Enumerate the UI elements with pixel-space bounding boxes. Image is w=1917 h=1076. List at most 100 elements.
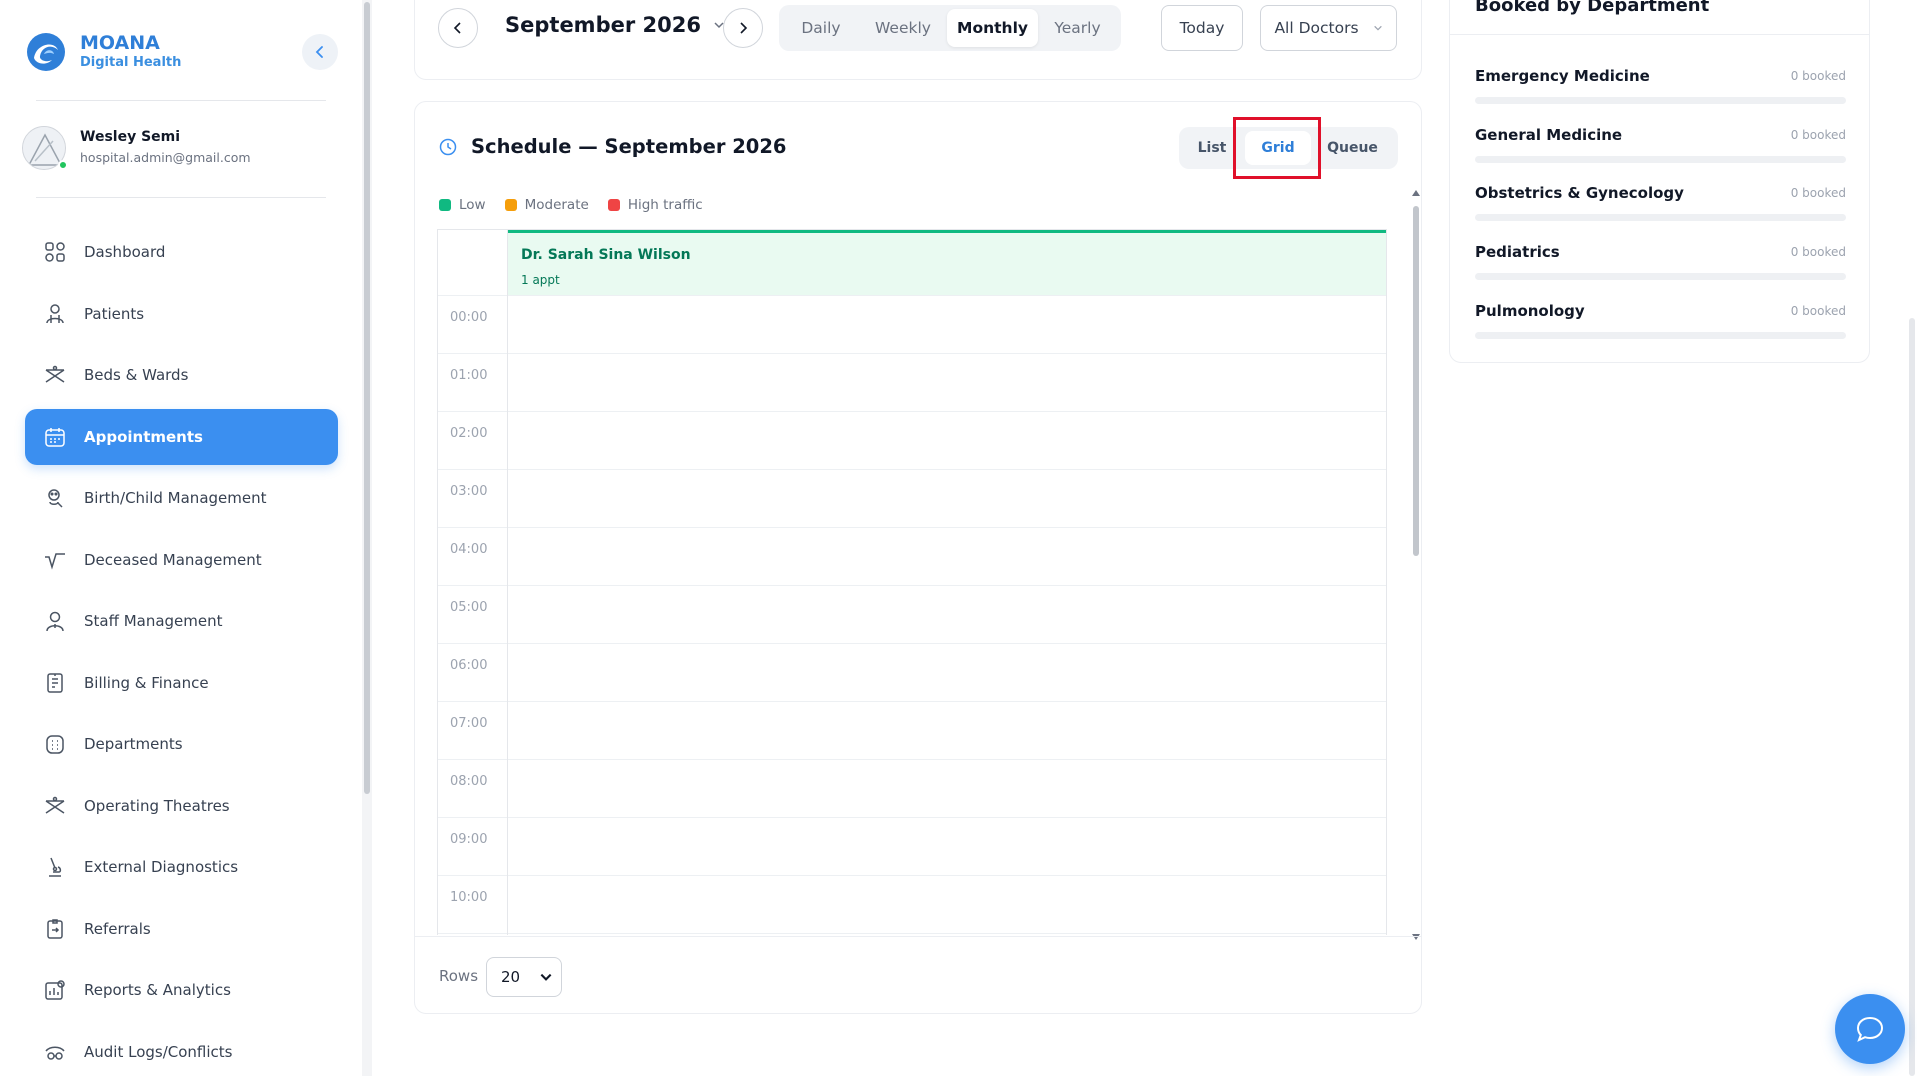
department-count: 0 booked bbox=[1790, 304, 1846, 318]
time-row[interactable]: 06:00 bbox=[438, 644, 1386, 702]
user-name: Wesley Semi bbox=[80, 129, 181, 145]
sidebar-item-billing[interactable]: Billing & Finance bbox=[25, 655, 338, 711]
department-count: 0 booked bbox=[1790, 186, 1846, 200]
sidebar-item-label: Deceased Management bbox=[84, 550, 262, 569]
sidebar-item-appointments[interactable]: Appointments bbox=[25, 408, 338, 465]
brand-subtitle: Digital Health bbox=[80, 55, 182, 70]
period-weekly[interactable]: Weekly bbox=[859, 9, 947, 47]
doctor-filter-select[interactable]: All Doctors bbox=[1260, 5, 1397, 51]
time-column bbox=[438, 230, 508, 935]
month-title: September 2026 bbox=[505, 13, 701, 37]
time-row[interactable]: 01:00 bbox=[438, 354, 1386, 412]
time-row[interactable]: 04:00 bbox=[438, 528, 1386, 586]
sidebar-item-external-diagnostics[interactable]: External Diagnostics bbox=[25, 839, 338, 895]
time-row[interactable]: 05:00 bbox=[438, 586, 1386, 644]
user-email: hospital.admin@gmail.com bbox=[80, 150, 251, 165]
sidebar-scrollbar[interactable] bbox=[362, 0, 372, 1076]
view-queue[interactable]: Queue bbox=[1311, 131, 1394, 165]
today-button[interactable]: Today bbox=[1161, 5, 1243, 51]
month-picker[interactable]: September 2026 bbox=[505, 13, 725, 37]
report-icon bbox=[44, 979, 66, 1001]
department-item: Pediatrics 0 booked bbox=[1475, 243, 1846, 280]
department-progress bbox=[1475, 214, 1846, 221]
sidebar-item-label: Reports & Analytics bbox=[84, 981, 231, 999]
time-row[interactable]: 00:00 bbox=[438, 296, 1386, 354]
grid-icon bbox=[44, 241, 66, 263]
department-count: 0 booked bbox=[1790, 69, 1846, 83]
legend-high-traffic: High traffic bbox=[607, 197, 703, 213]
sidebar-item-audit-logs[interactable]: Audit Logs/Conflicts bbox=[25, 1024, 338, 1076]
sidebar-item-deceased[interactable]: Deceased Management bbox=[25, 532, 338, 588]
legend-low: Low bbox=[439, 197, 486, 213]
online-status-dot bbox=[58, 160, 68, 170]
brand-name: MOANA bbox=[80, 32, 160, 54]
scroll-up-icon[interactable] bbox=[1412, 190, 1420, 196]
sidebar-item-label: External Diagnostics bbox=[84, 858, 239, 876]
chevron-left-icon bbox=[453, 22, 461, 34]
department-item: Emergency Medicine 0 booked bbox=[1475, 67, 1846, 104]
sidebar-item-beds-wards[interactable]: Beds & Wards bbox=[25, 347, 338, 403]
page-scrollbar[interactable] bbox=[1907, 0, 1917, 1076]
sidebar-item-label: Audit Logs/Conflicts bbox=[84, 1042, 233, 1061]
period-yearly[interactable]: Yearly bbox=[1038, 9, 1117, 47]
sidebar-item-operating-theatres[interactable]: Operating Theatres bbox=[25, 778, 338, 834]
user-profile[interactable]: Wesley Semi hospital.admin@gmail.com bbox=[22, 126, 251, 170]
theatre-icon bbox=[44, 795, 66, 817]
department-progress bbox=[1475, 156, 1846, 163]
department-item: Obstetrics & Gynecology 0 booked bbox=[1475, 184, 1846, 221]
sidebar: MOANA Digital Health Wesley Semi hospita… bbox=[0, 0, 362, 1076]
chat-bubble-icon bbox=[1856, 1016, 1884, 1042]
referral-icon bbox=[44, 918, 66, 940]
pulse-icon bbox=[44, 549, 66, 571]
sidebar-item-departments[interactable]: Departments bbox=[25, 716, 338, 772]
sidebar-item-label: Operating Theatres bbox=[84, 796, 230, 815]
staff-icon bbox=[44, 610, 66, 632]
schedule-header: Schedule — September 2026 bbox=[439, 135, 787, 158]
sidebar-divider bbox=[36, 197, 326, 198]
time-row[interactable]: 07:00 bbox=[438, 702, 1386, 760]
grid-highlight-annotation bbox=[1233, 117, 1321, 179]
sidebar-item-birth-child[interactable]: Birth/Child Management bbox=[25, 470, 338, 526]
sidebar-item-staff[interactable]: Staff Management bbox=[25, 593, 338, 649]
scroll-down-icon[interactable] bbox=[1412, 934, 1420, 940]
baby-icon bbox=[44, 487, 66, 509]
sidebar-item-dashboard[interactable]: Dashboard bbox=[25, 224, 338, 280]
sidebar-item-reports[interactable]: Reports & Analytics bbox=[25, 962, 338, 1018]
period-monthly[interactable]: Monthly bbox=[947, 9, 1038, 47]
sidebar-divider bbox=[36, 100, 326, 101]
chevron-left-icon bbox=[315, 46, 323, 58]
sidebar-item-referrals[interactable]: Referrals bbox=[25, 901, 338, 957]
schedule-title: Schedule — September 2026 bbox=[471, 135, 787, 158]
sidebar-nav: Dashboard Patients Beds & Wards Appointm… bbox=[25, 224, 338, 1076]
time-row[interactable]: 08:00 bbox=[438, 760, 1386, 818]
collapse-sidebar-button[interactable] bbox=[302, 34, 338, 70]
time-row[interactable]: 09:00 bbox=[438, 818, 1386, 876]
time-row[interactable]: 03:00 bbox=[438, 470, 1386, 528]
department-item: General Medicine 0 booked bbox=[1475, 126, 1846, 163]
brand[interactable]: MOANA Digital Health bbox=[26, 32, 181, 72]
department-count: 0 booked bbox=[1790, 128, 1846, 142]
schedule-grid: Dr. Sarah Sina Wilson 1 appt 00:00 01:00… bbox=[437, 229, 1387, 935]
grid-header-row bbox=[438, 230, 1386, 296]
chat-button[interactable] bbox=[1835, 994, 1905, 1064]
time-row[interactable]: 10:00 bbox=[438, 876, 1386, 934]
time-row[interactable]: 02:00 bbox=[438, 412, 1386, 470]
doctor-filter-value: All Doctors bbox=[1274, 19, 1359, 37]
legend-moderate: Moderate bbox=[504, 197, 589, 213]
department-count: 0 booked bbox=[1790, 245, 1846, 259]
invoice-icon bbox=[44, 672, 66, 694]
sidebar-item-patients[interactable]: Patients bbox=[25, 286, 338, 342]
calendar-toolbar: September 2026 Daily Weekly Monthly Year… bbox=[414, 0, 1422, 80]
microscope-icon bbox=[44, 856, 66, 878]
sidebar-item-label: Departments bbox=[84, 735, 183, 753]
grid-scrollbar[interactable] bbox=[1411, 190, 1421, 940]
period-daily[interactable]: Daily bbox=[783, 9, 859, 47]
sidebar-item-label: Staff Management bbox=[84, 612, 223, 630]
next-month-button[interactable] bbox=[723, 8, 763, 48]
prev-month-button[interactable] bbox=[438, 8, 478, 48]
department-item: Pulmonology 0 booked bbox=[1475, 302, 1846, 339]
sidebar-item-label: Billing & Finance bbox=[84, 673, 209, 692]
rows-per-page-select[interactable]: 20 bbox=[486, 957, 562, 997]
sidebar-item-label: Dashboard bbox=[84, 243, 166, 261]
chevron-down-icon bbox=[540, 973, 552, 981]
